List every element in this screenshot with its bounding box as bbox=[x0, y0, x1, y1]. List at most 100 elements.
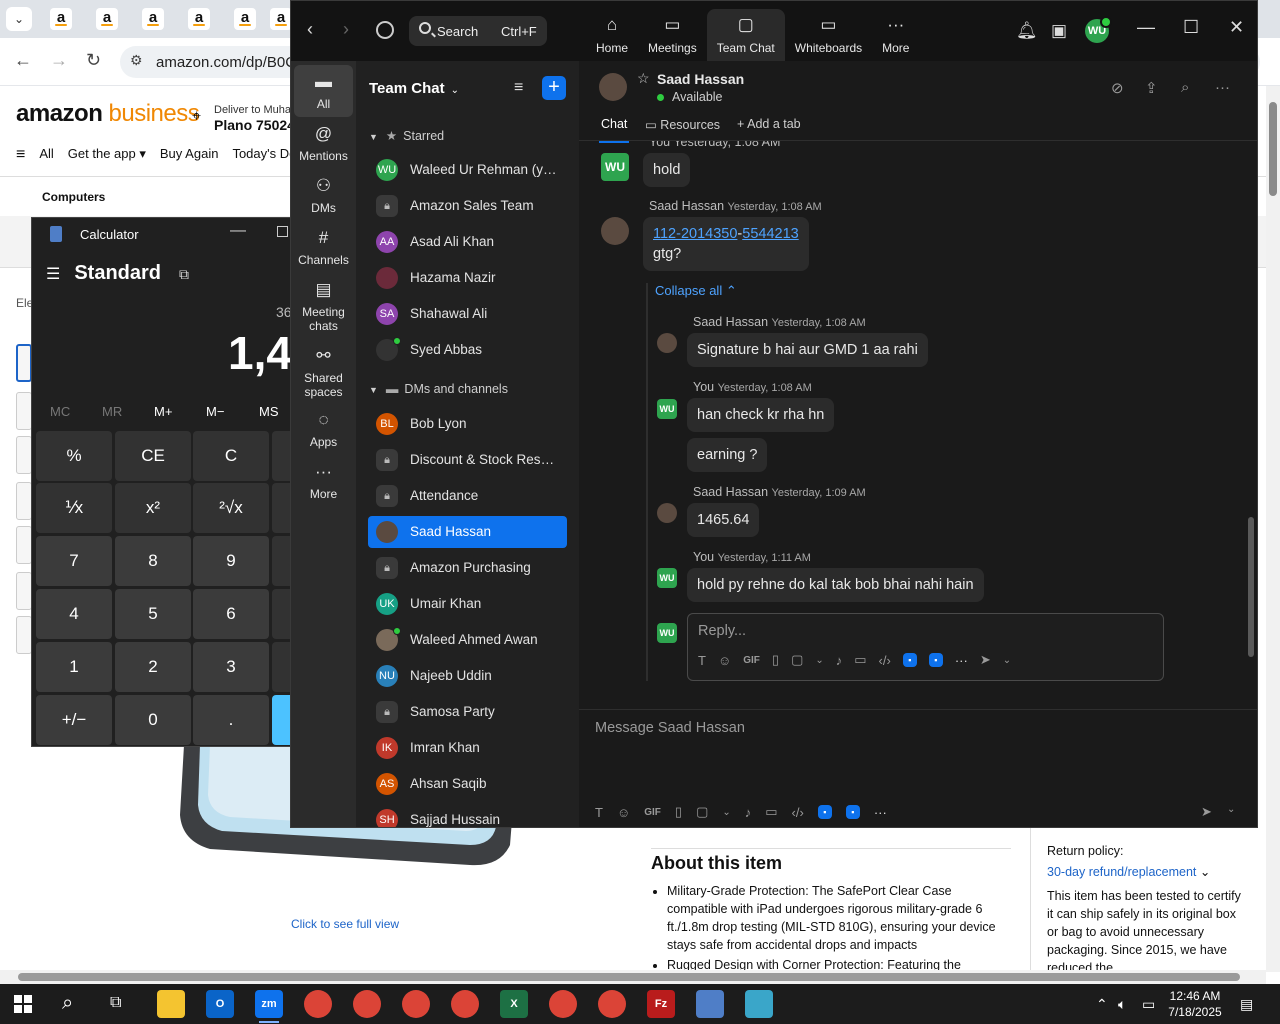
calculator-icon[interactable] bbox=[696, 990, 724, 1018]
avatar[interactable]: WU bbox=[657, 399, 677, 419]
seven-key[interactable]: 7 bbox=[36, 536, 112, 586]
chat-list-item[interactable]: 🔒︎ Samosa Party bbox=[368, 696, 567, 728]
forward-arrow-icon[interactable]: › bbox=[343, 19, 349, 40]
maximize-icon[interactable] bbox=[277, 226, 288, 237]
video-clip-icon[interactable]: ▭ bbox=[854, 652, 866, 668]
m-plus-button[interactable]: M+ bbox=[154, 404, 172, 419]
amazon-tab[interactable]: a bbox=[142, 8, 164, 30]
message-bubble[interactable]: han check kr rha hn bbox=[687, 398, 835, 432]
amazon-tab[interactable]: a bbox=[270, 8, 292, 30]
chat-list-item[interactable]: BL Bob Lyon bbox=[368, 408, 567, 440]
product-thumbnail[interactable] bbox=[16, 572, 32, 610]
chrome-icon[interactable] bbox=[402, 990, 430, 1018]
filezilla-icon[interactable]: Fz bbox=[647, 990, 675, 1018]
chrome-icon[interactable] bbox=[598, 990, 626, 1018]
search-icon[interactable]: ⌕ bbox=[62, 992, 73, 1015]
file-icon[interactable]: ▯ bbox=[675, 804, 682, 820]
chat-list-item[interactable]: Waleed Ahmed Awan bbox=[368, 624, 567, 656]
reciprocal-key[interactable]: ⅟x bbox=[36, 483, 112, 533]
hamburger-icon[interactable]: ≡ bbox=[16, 146, 25, 166]
collapse-all-link[interactable]: Collapse all ⌃ bbox=[655, 283, 737, 299]
one-key[interactable]: 1 bbox=[36, 642, 112, 692]
five-key[interactable]: 5 bbox=[115, 589, 191, 639]
emoji-icon[interactable]: ☺ bbox=[718, 653, 731, 668]
product-thumbnail[interactable] bbox=[16, 436, 32, 474]
message-bubble[interactable]: hold bbox=[643, 153, 691, 187]
gif-button[interactable]: GIF bbox=[743, 655, 760, 666]
calculator-titlebar[interactable]: Calculator — bbox=[32, 218, 292, 250]
speaker-muted-icon[interactable]: 🔈︎ bbox=[1118, 996, 1126, 1013]
percent-key[interactable]: % bbox=[36, 431, 112, 481]
message-bubble[interactable]: hold py rehne do kal tak bob bhai nahi h… bbox=[687, 568, 984, 602]
rail-all[interactable]: ▬ All bbox=[294, 65, 353, 117]
three-key[interactable]: 3 bbox=[193, 642, 269, 692]
chrome-icon[interactable] bbox=[304, 990, 332, 1018]
ce-key[interactable]: CE bbox=[115, 431, 191, 481]
minimize-icon[interactable]: — bbox=[230, 222, 246, 240]
reply-box[interactable]: Reply... T ☺ GIF ▯ ▢ ⌄ ♪ ▭ ‹/› ▪ ▪ ··· ➤… bbox=[687, 613, 1164, 681]
microphone-icon[interactable]: ♪ bbox=[836, 653, 843, 668]
chat-list-item[interactable]: Hazama Nazir bbox=[368, 262, 567, 294]
rail-mentions[interactable]: @ Mentions bbox=[294, 123, 353, 163]
user-avatar[interactable]: WU bbox=[1085, 16, 1112, 43]
mc-button[interactable]: MC bbox=[50, 404, 70, 419]
rail-apps[interactable]: ◌ Apps bbox=[294, 409, 353, 449]
forward-arrow-icon[interactable]: → bbox=[50, 50, 68, 71]
rail-more[interactable]: ··· More bbox=[294, 461, 353, 501]
zoom-docs-icon[interactable]: ▪ bbox=[845, 805, 860, 819]
bell-icon[interactable]: 🔔︎ bbox=[1016, 21, 1038, 41]
code-icon[interactable]: ‹/› bbox=[792, 805, 804, 820]
nav-buy-again[interactable]: Buy Again bbox=[160, 146, 219, 166]
chrome-icon[interactable] bbox=[353, 990, 381, 1018]
video-clip-icon[interactable]: ▭ bbox=[765, 804, 777, 820]
minimize-icon[interactable]: — bbox=[1137, 17, 1155, 38]
excel-icon[interactable]: X bbox=[500, 990, 528, 1018]
file-icon[interactable]: ▯ bbox=[772, 652, 779, 668]
chat-list-item[interactable]: UK Umair Khan bbox=[368, 588, 567, 620]
message-input[interactable]: Message Saad Hassan bbox=[595, 720, 745, 736]
zero-key[interactable]: 0 bbox=[115, 695, 191, 745]
square-key[interactable]: x² bbox=[115, 483, 191, 533]
calendar-icon[interactable]: ▣ bbox=[1051, 21, 1067, 41]
avatar[interactable] bbox=[601, 217, 629, 245]
zoom-docs-icon[interactable]: ▪ bbox=[928, 653, 943, 667]
hamburger-icon[interactable]: ☰ bbox=[46, 266, 60, 283]
avatar[interactable]: WU bbox=[601, 153, 629, 181]
screenshot-icon[interactable]: ▢ bbox=[696, 804, 708, 820]
avatar[interactable] bbox=[657, 333, 677, 353]
amazon-tab[interactable]: a bbox=[234, 8, 256, 30]
share-screen-icon[interactable]: ⇪ bbox=[1145, 79, 1158, 97]
history-icon[interactable] bbox=[376, 21, 394, 39]
ellipsis-icon[interactable]: ··· bbox=[874, 805, 887, 820]
chat-list-item[interactable]: NU Najeeb Uddin bbox=[368, 660, 567, 692]
nav-all[interactable]: All bbox=[39, 146, 53, 166]
close-icon[interactable]: ✕ bbox=[1229, 17, 1244, 38]
subnav-computers[interactable]: Computers bbox=[42, 190, 105, 204]
file-explorer-icon[interactable] bbox=[157, 990, 185, 1018]
taskbar-clock[interactable]: 12:46 AM 7/18/2025 bbox=[1160, 988, 1230, 1020]
amazon-business-logo[interactable]: amazon business bbox=[16, 100, 200, 128]
chat-list-title[interactable]: Team Chat ⌄ bbox=[369, 80, 459, 97]
chat-list-item[interactable]: Syed Abbas bbox=[368, 334, 567, 366]
message-bubble[interactable]: 112-2014350-5544213 gtg? bbox=[643, 217, 809, 271]
tab-search-button[interactable]: ⌄ bbox=[6, 7, 32, 31]
section-starred[interactable]: ▼ ★ Starred bbox=[369, 128, 444, 143]
maximize-icon[interactable]: ☐ bbox=[1183, 17, 1199, 38]
chat-list-item[interactable]: 🔒︎ Amazon Purchasing bbox=[368, 552, 567, 584]
notification-icon[interactable]: ▤ bbox=[1240, 996, 1253, 1013]
chat-list-item[interactable]: AA Asad Ali Khan bbox=[368, 226, 567, 258]
rail-channels[interactable]: # Channels bbox=[294, 227, 353, 267]
chat-list-item[interactable]: SH Sajjad Hussain bbox=[368, 804, 567, 827]
phone-link[interactable]: 112-2014350 bbox=[653, 226, 737, 242]
zoom-icon[interactable]: zm bbox=[255, 990, 283, 1023]
tab-resources[interactable]: ▭ Resources bbox=[645, 117, 720, 132]
back-arrow-icon[interactable]: ‹ bbox=[307, 19, 313, 40]
decimal-key[interactable]: . bbox=[193, 695, 269, 745]
m-minus-button[interactable]: M− bbox=[206, 404, 224, 419]
chat-list-item[interactable]: 🔒︎ Amazon Sales Team bbox=[368, 190, 567, 222]
chat-list-item[interactable]: WU Waleed Ur Rehman (you) bbox=[368, 154, 567, 186]
clear-key[interactable]: C bbox=[193, 431, 269, 481]
page-vertical-scrollbar[interactable] bbox=[1266, 86, 1280, 972]
tab-team-chat[interactable]: ▢ Team Chat bbox=[706, 9, 785, 61]
nav-get-app[interactable]: Get the app ▾ bbox=[68, 146, 146, 166]
